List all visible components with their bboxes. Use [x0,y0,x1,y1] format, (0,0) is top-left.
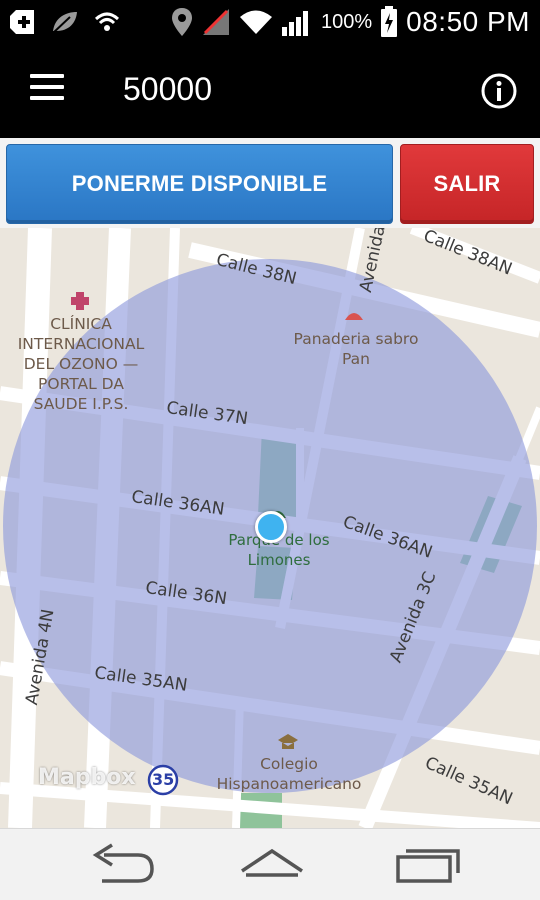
signal-bars-icon [281,11,308,36]
status-right-icons: 100% 08:50 PM [171,4,530,40]
app-bar: 50000 [0,44,540,138]
mapbox-logo[interactable]: Mapbox [38,765,136,790]
leaf-icon [52,12,77,34]
map-view[interactable]: 35 Calle 38N Calle 38AN Calle 37N Calle … [0,228,540,828]
wifi-alt-icon [94,12,120,31]
exit-button[interactable]: SALIR [400,144,534,224]
poi-label-clinic: CLÍNICA INTERNACIONAL DEL OZONO — PORTAL… [17,315,145,413]
add-notification-icon [10,10,34,34]
location-icon [171,8,192,36]
route-shield-number: 35 [152,770,175,789]
battery-percent: 100% [320,10,373,33]
wifi-icon [239,10,272,34]
status-bar: 100% 08:50 PM [0,0,540,44]
poi-label-school: Colegio Hispanoamericano [216,755,362,793]
status-left-icons [8,6,120,38]
current-location-marker [255,511,287,543]
signal-off-icon [202,9,229,35]
back-icon[interactable] [82,841,162,889]
hamburger-menu-icon[interactable] [28,74,68,108]
info-icon[interactable] [480,72,518,110]
set-available-button[interactable]: PONERME DISPONIBLE [6,144,393,224]
clock: 08:50 PM [406,6,530,37]
hospital-icon [71,292,89,310]
home-icon[interactable] [232,841,312,889]
system-nav-bar [0,828,540,900]
action-button-row: PONERME DISPONIBLE SALIR [0,138,540,228]
battery-charging-icon [381,6,398,37]
page-title: 50000 [123,71,212,107]
recent-apps-icon[interactable] [388,841,468,889]
poi-label-bakery: Panaderia sabro Pan [293,330,419,368]
